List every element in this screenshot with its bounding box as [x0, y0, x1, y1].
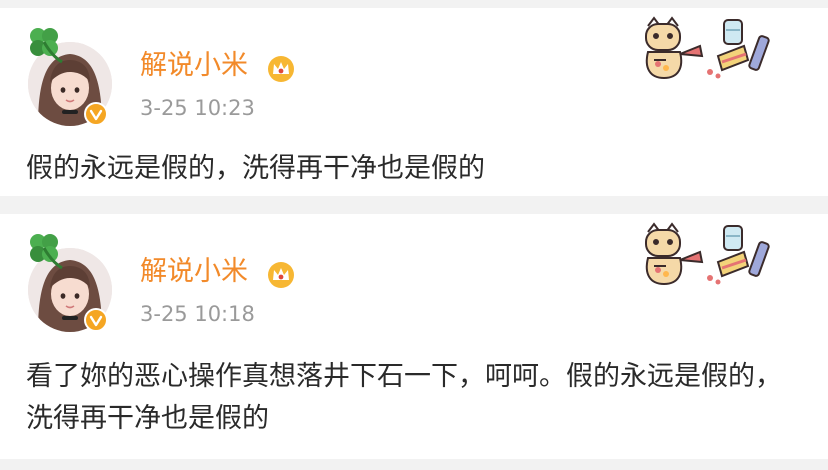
cartoon-sticker	[645, 222, 770, 286]
author-name[interactable]: 解说小米	[140, 48, 248, 84]
clover-icon	[30, 28, 63, 64]
weibo-post-card: 解说小米 3-25 10:23 假的永远是假的，洗得再干净也是假的	[0, 8, 828, 196]
post-timestamp: 3-25 10:23	[140, 96, 255, 120]
crown-icon[interactable]	[266, 260, 296, 288]
verified-badge-icon	[84, 102, 108, 126]
post-text: 假的永远是假的，洗得再干净也是假的	[26, 153, 485, 184]
clover-icon	[30, 234, 63, 270]
verified-badge-icon	[84, 308, 108, 332]
author-name[interactable]: 解说小米	[140, 254, 248, 290]
post-timestamp: 3-25 10:18	[140, 302, 255, 326]
cartoon-sticker	[645, 16, 770, 80]
crown-icon[interactable]	[266, 54, 296, 82]
post-text: 看了妳的恶心操作真想落井下石一下，呵呵。假的永远是假的，洗得再干净也是假的	[26, 361, 782, 434]
weibo-post-card: 解说小米 3-25 10:18 看了妳的恶心操作真想落井下石一下，呵呵。假的永远…	[0, 214, 828, 459]
